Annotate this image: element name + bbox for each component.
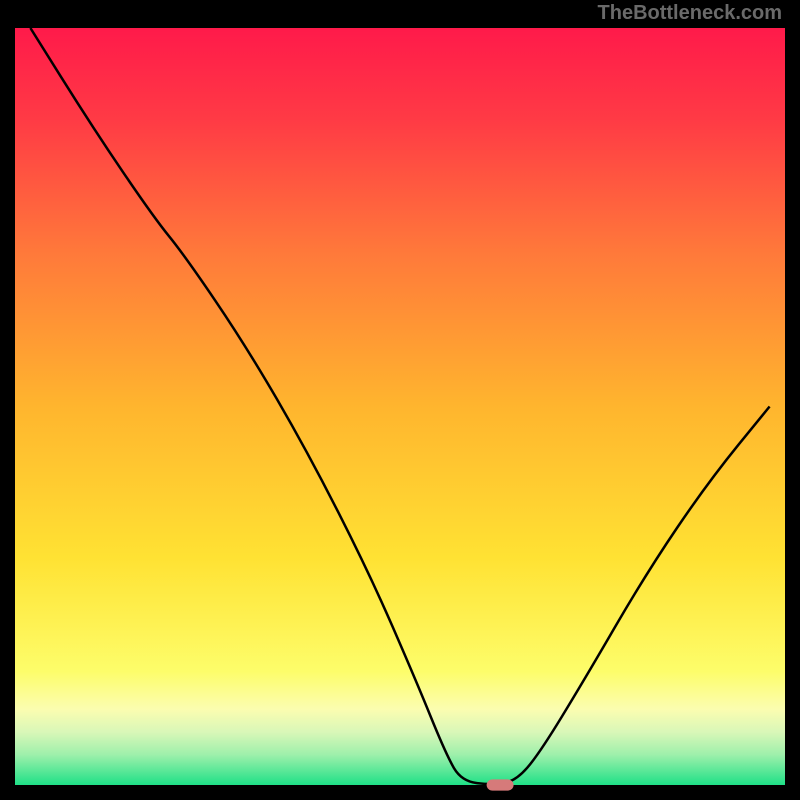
bottleneck-chart [0, 0, 800, 800]
optimal-marker [487, 779, 514, 790]
watermark-text: TheBottleneck.com [598, 2, 782, 25]
chart-container: TheBottleneck.com [0, 0, 800, 800]
plot-background [15, 28, 785, 785]
